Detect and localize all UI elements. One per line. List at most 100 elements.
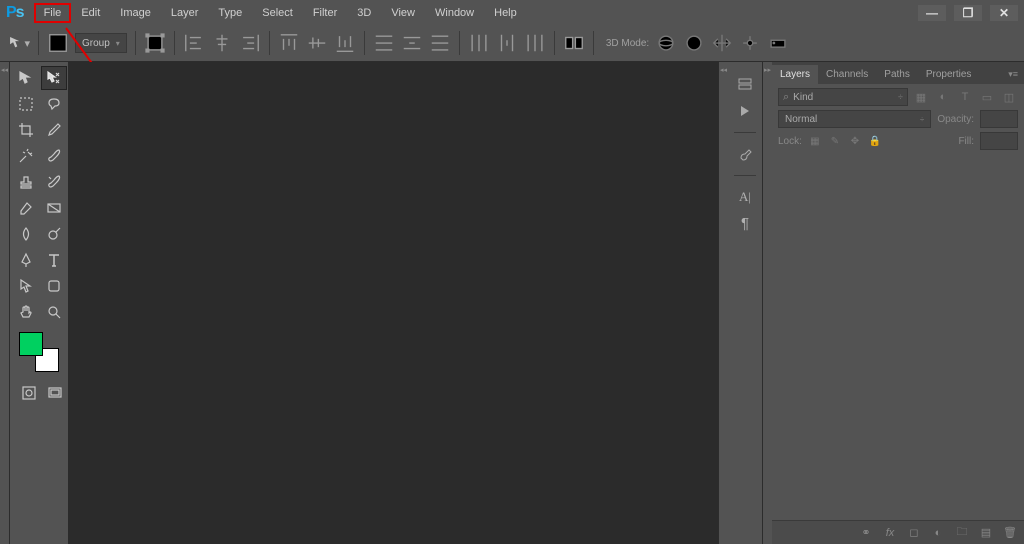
- distribute-vcenter-icon[interactable]: [401, 32, 423, 54]
- actions-panel-icon[interactable]: [733, 100, 757, 122]
- window-controls: — ❐ ✕: [918, 5, 1024, 21]
- lock-image-icon[interactable]: ✎: [828, 134, 842, 148]
- 3d-slide-icon[interactable]: [739, 32, 761, 54]
- magic-wand-tool[interactable]: [13, 144, 39, 168]
- artboard-tool[interactable]: [41, 66, 67, 90]
- menu-image[interactable]: Image: [110, 3, 161, 23]
- menu-file[interactable]: File: [34, 3, 72, 23]
- history-brush-tool[interactable]: [41, 170, 67, 194]
- layer-mask-icon[interactable]: ◻: [906, 525, 922, 541]
- distribute-top-icon[interactable]: [373, 32, 395, 54]
- auto-select-icon[interactable]: [47, 32, 69, 54]
- opacity-input[interactable]: [980, 110, 1018, 128]
- align-right-icon[interactable]: [239, 32, 261, 54]
- menu-select[interactable]: Select: [252, 3, 303, 23]
- layers-panel-group: Layers Channels Paths Properties ▾≡ Kind…: [772, 62, 1024, 544]
- paragraph-panel-icon[interactable]: ¶: [733, 212, 757, 234]
- brush-panel-icon[interactable]: [733, 143, 757, 165]
- left-collapse-tab[interactable]: ◂◂: [0, 62, 10, 544]
- maximize-button[interactable]: ❐: [954, 5, 982, 21]
- align-vcenter-icon[interactable]: [306, 32, 328, 54]
- menu-view[interactable]: View: [381, 3, 425, 23]
- shape-tool[interactable]: [41, 274, 67, 298]
- lasso-tool[interactable]: [41, 92, 67, 116]
- zoom-tool[interactable]: [41, 300, 67, 324]
- menu-3d[interactable]: 3D: [347, 3, 381, 23]
- type-tool[interactable]: [41, 248, 67, 272]
- stamp-tool[interactable]: [13, 170, 39, 194]
- move-tool-indicator-icon[interactable]: ▾: [8, 32, 30, 54]
- brush-tool[interactable]: [41, 144, 67, 168]
- menu-bar: Ps File Edit Image Layer Type Select Fil…: [0, 0, 1024, 25]
- crop-tool[interactable]: [13, 118, 39, 142]
- color-swatches[interactable]: [19, 332, 59, 372]
- dodge-tool[interactable]: [41, 222, 67, 246]
- gradient-tool[interactable]: [41, 196, 67, 220]
- foreground-color[interactable]: [19, 332, 43, 356]
- options-bar: ▾ Group 3D Mode:: [0, 25, 1024, 62]
- transform-controls-icon[interactable]: [144, 32, 166, 54]
- minimize-button[interactable]: —: [918, 5, 946, 21]
- filter-adjustment-icon[interactable]: ◐: [934, 88, 952, 106]
- align-hcenter-icon[interactable]: [211, 32, 233, 54]
- close-button[interactable]: ✕: [990, 5, 1018, 21]
- auto-align-icon[interactable]: [563, 32, 585, 54]
- eyedropper-tool[interactable]: [41, 118, 67, 142]
- tab-properties[interactable]: Properties: [918, 65, 980, 84]
- filter-pixel-icon[interactable]: ▦: [912, 88, 930, 106]
- link-layers-icon[interactable]: ⚭: [858, 525, 874, 541]
- screen-mode-icon[interactable]: [45, 384, 65, 402]
- layer-filter-kind-dropdown[interactable]: Kind: [778, 88, 908, 106]
- auto-select-dropdown[interactable]: Group: [75, 33, 127, 53]
- eraser-tool[interactable]: [13, 196, 39, 220]
- app-logo: Ps: [6, 4, 24, 22]
- quick-mask-icon[interactable]: [19, 384, 39, 402]
- blend-mode-dropdown[interactable]: Normal: [778, 110, 931, 128]
- distribute-bottom-icon[interactable]: [429, 32, 451, 54]
- lock-position-icon[interactable]: ✥: [848, 134, 862, 148]
- 3d-scale-icon[interactable]: [767, 32, 789, 54]
- 3d-pan-icon[interactable]: [711, 32, 733, 54]
- path-selection-tool[interactable]: [13, 274, 39, 298]
- fill-input[interactable]: [980, 132, 1018, 150]
- menu-layer[interactable]: Layer: [161, 3, 209, 23]
- canvas-area[interactable]: [68, 62, 718, 544]
- new-layer-icon[interactable]: ▤: [978, 525, 994, 541]
- 3d-orbit-icon[interactable]: [655, 32, 677, 54]
- right-collapse-tab-1[interactable]: ◂◂: [718, 62, 728, 544]
- menu-edit[interactable]: Edit: [71, 3, 110, 23]
- 3d-roll-icon[interactable]: [683, 32, 705, 54]
- marquee-tool[interactable]: [13, 92, 39, 116]
- align-left-icon[interactable]: [183, 32, 205, 54]
- distribute-right-icon[interactable]: [524, 32, 546, 54]
- lock-all-icon[interactable]: 🔒: [868, 134, 882, 148]
- align-top-icon[interactable]: [278, 32, 300, 54]
- move-tool[interactable]: [13, 66, 39, 90]
- distribute-hcenter-icon[interactable]: [496, 32, 518, 54]
- history-panel-icon[interactable]: [733, 74, 757, 96]
- group-layers-icon[interactable]: 🗀: [954, 525, 970, 541]
- tab-paths[interactable]: Paths: [876, 65, 918, 84]
- filter-type-icon[interactable]: T: [956, 88, 974, 106]
- pen-tool[interactable]: [13, 248, 39, 272]
- filter-shape-icon[interactable]: ▭: [978, 88, 996, 106]
- menu-help[interactable]: Help: [484, 3, 527, 23]
- delete-layer-icon[interactable]: 🗑: [1002, 525, 1018, 541]
- character-panel-icon[interactable]: A|: [733, 186, 757, 208]
- adjustment-layer-icon[interactable]: ◐: [930, 525, 946, 541]
- right-collapse-tab-2[interactable]: ▸▸: [762, 62, 772, 544]
- lock-transparency-icon[interactable]: ▦: [808, 134, 822, 148]
- filter-smart-icon[interactable]: ◫: [1000, 88, 1018, 106]
- menu-type[interactable]: Type: [208, 3, 252, 23]
- menu-filter[interactable]: Filter: [303, 3, 347, 23]
- blend-mode-value: Normal: [785, 114, 817, 125]
- tab-channels[interactable]: Channels: [818, 65, 876, 84]
- tab-layers[interactable]: Layers: [772, 65, 818, 84]
- blur-tool[interactable]: [13, 222, 39, 246]
- layer-style-icon[interactable]: fx: [882, 525, 898, 541]
- menu-window[interactable]: Window: [425, 3, 484, 23]
- hand-tool[interactable]: [13, 300, 39, 324]
- panel-menu-icon[interactable]: ▾≡: [1002, 65, 1024, 84]
- distribute-left-icon[interactable]: [468, 32, 490, 54]
- align-bottom-icon[interactable]: [334, 32, 356, 54]
